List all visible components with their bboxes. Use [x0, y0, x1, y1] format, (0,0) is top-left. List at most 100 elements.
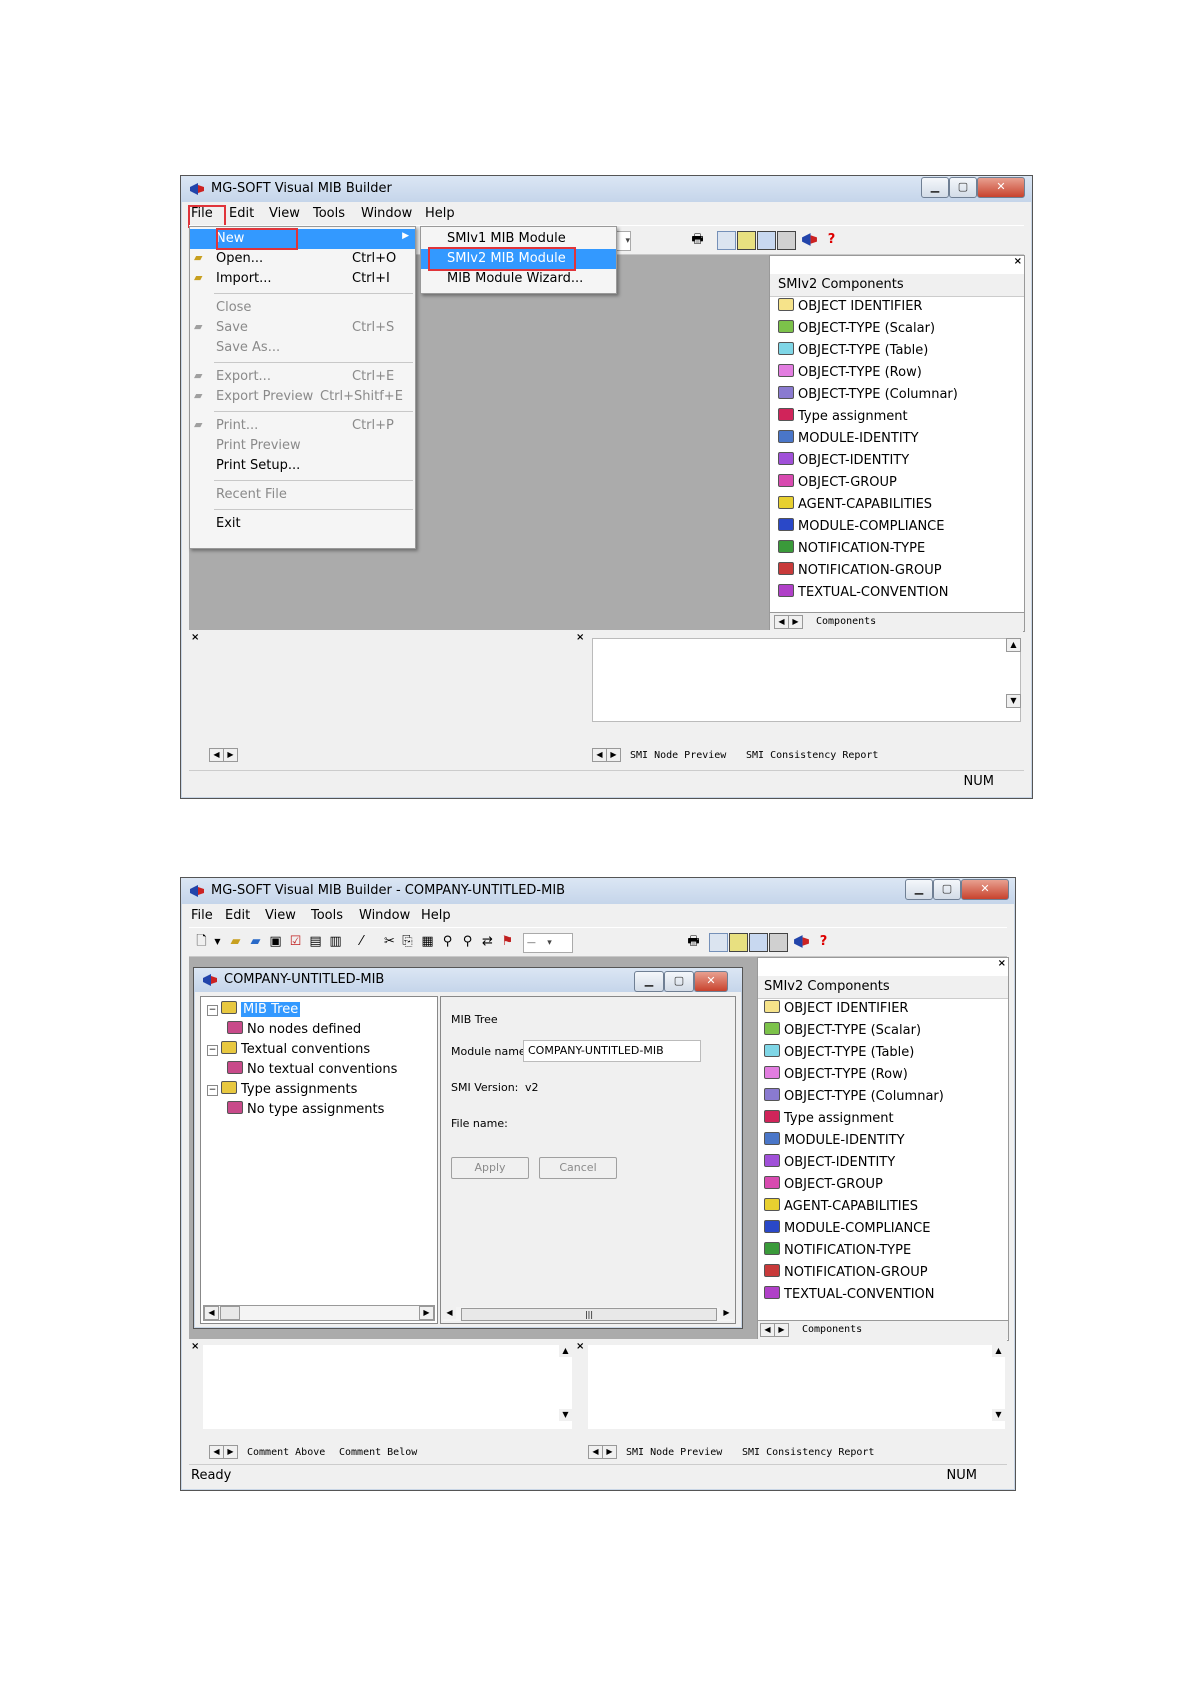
maximize-button[interactable]: ▢	[933, 879, 961, 900]
scroll-thumb[interactable]	[220, 1306, 240, 1320]
component-item[interactable]: OBJECT-TYPE (Table)	[778, 342, 928, 362]
node-view-icon[interactable]	[757, 231, 776, 250]
menu-window[interactable]: Window	[361, 206, 412, 221]
file-menu-item[interactable]: ▰ Open... Ctrl+O	[190, 249, 415, 269]
check-icon[interactable]: ☑	[287, 933, 304, 950]
apply-button[interactable]: Apply	[451, 1157, 529, 1179]
about-icon[interactable]	[801, 231, 818, 248]
component-item[interactable]: MODULE-COMPLIANCE	[764, 1220, 930, 1240]
file-menu-item[interactable]: Print Setup...	[190, 456, 415, 476]
about-icon[interactable]	[793, 933, 810, 950]
tree-node[interactable]: No textual conventions	[227, 1061, 397, 1079]
copy-icon[interactable]: ⎘	[399, 933, 416, 950]
module-name-field[interactable]: COMPANY-UNTITLED-MIB	[523, 1040, 701, 1062]
bookmark-icon[interactable]: ⚑	[499, 933, 516, 950]
minimize-button[interactable]: ▁	[905, 879, 933, 900]
menu-help[interactable]: Help	[421, 908, 451, 923]
preview-icon[interactable]: ▥	[327, 933, 344, 950]
submenu-wizard[interactable]: MIB Module Wizard...	[421, 269, 616, 289]
panel-close-icon[interactable]: ×	[998, 958, 1006, 969]
component-item[interactable]: OBJECT-IDENTITY	[764, 1154, 895, 1174]
menu-window[interactable]: Window	[359, 908, 410, 923]
save-icon[interactable]: ▣	[267, 933, 284, 950]
vscroll-up-icon[interactable]: ▲	[559, 1345, 572, 1357]
submenu-smiv1[interactable]: SMIv1 MIB Module	[421, 229, 616, 249]
pane-close-icon[interactable]: ×	[576, 1341, 584, 1352]
file-menu-item[interactable]: Exit	[190, 514, 415, 534]
panel-close-icon[interactable]: ×	[1014, 256, 1022, 267]
report-view-icon[interactable]	[769, 933, 788, 952]
cut-icon[interactable]: ✂	[381, 933, 398, 950]
tree-node[interactable]: − MIB Tree	[207, 1001, 301, 1019]
wizard-icon[interactable]: ⁄	[353, 933, 370, 950]
file-menu-item[interactable]: Recent File	[190, 485, 415, 505]
child-minimize-button[interactable]: ▁	[634, 971, 664, 992]
scroll-left-icon[interactable]: ◀	[588, 1445, 603, 1459]
toolbar-combo[interactable]: — ▾	[523, 933, 573, 953]
find-icon[interactable]: ⚲	[439, 933, 456, 950]
menu-tools[interactable]: Tools	[311, 908, 343, 923]
component-item[interactable]: OBJECT-TYPE (Table)	[764, 1044, 914, 1064]
component-item[interactable]: AGENT-CAPABILITIES	[764, 1198, 918, 1218]
tree-node[interactable]: − Type assignments	[207, 1081, 357, 1099]
tree-view-icon[interactable]	[737, 231, 756, 250]
component-item[interactable]: MODULE-IDENTITY	[778, 430, 919, 450]
scroll-left-icon[interactable]: ◀	[204, 1306, 219, 1320]
tab-scroll-left-icon[interactable]: ◀	[760, 1323, 775, 1337]
minimize-button[interactable]: ▁	[921, 177, 949, 198]
pane-close-icon[interactable]: ×	[576, 632, 584, 643]
component-item[interactable]: NOTIFICATION-GROUP	[764, 1264, 928, 1284]
scroll-right-icon[interactable]: ▶	[419, 1306, 434, 1320]
file-menu-item[interactable]: ▰ Export... Ctrl+E	[190, 367, 415, 387]
component-item[interactable]: OBJECT-TYPE (Row)	[778, 364, 922, 384]
file-menu-item[interactable]: Close	[190, 298, 415, 318]
tab-smi-node-preview[interactable]: SMI Node Preview	[630, 750, 726, 761]
tree-hscroll[interactable]: ◀ ▶	[203, 1305, 435, 1321]
scroll-right-icon[interactable]: ▶	[720, 1307, 733, 1319]
component-item[interactable]: OBJECT-GROUP	[778, 474, 897, 494]
menu-view[interactable]: View	[269, 206, 300, 221]
component-item[interactable]: NOTIFICATION-TYPE	[778, 540, 925, 560]
pane-close-icon[interactable]: ×	[191, 632, 199, 643]
vscroll-up-icon[interactable]: ▲	[1006, 638, 1021, 652]
file-menu-item[interactable]: Print Preview	[190, 436, 415, 456]
file-menu-item[interactable]: ▰ Print... Ctrl+P	[190, 416, 415, 436]
tab-smi-consistency-report[interactable]: SMI Consistency Report	[742, 1447, 874, 1458]
properties-icon[interactable]	[717, 231, 736, 250]
detail-hscroll[interactable]: ◀ ||| ▶	[443, 1307, 733, 1321]
component-item[interactable]: OBJECT-TYPE (Scalar)	[764, 1022, 921, 1042]
file-menu-item[interactable]: Save As...	[190, 338, 415, 358]
properties-icon[interactable]	[709, 933, 728, 952]
component-item[interactable]: MODULE-IDENTITY	[764, 1132, 905, 1152]
collapse-icon[interactable]: −	[207, 1045, 218, 1056]
component-item[interactable]: MODULE-COMPLIANCE	[778, 518, 944, 538]
scroll-left-icon[interactable]: ◀	[209, 1445, 224, 1459]
component-item[interactable]: OBJECT-IDENTITY	[778, 452, 909, 472]
component-item[interactable]: Type assignment	[764, 1110, 894, 1130]
paste-icon[interactable]: ▦	[419, 933, 436, 950]
component-item[interactable]: OBJECT-GROUP	[764, 1176, 883, 1196]
close-button[interactable]: ✕	[961, 879, 1009, 900]
dropdown-arrow-icon[interactable]: ▼	[209, 933, 226, 950]
printer-icon[interactable]: 🖶	[685, 933, 702, 950]
tab-components[interactable]: Components	[802, 1324, 862, 1335]
tab-comment-below[interactable]: Comment Below	[339, 1447, 417, 1458]
file-menu-item[interactable]: ▰ Export Preview Ctrl+Shitf+E	[190, 387, 415, 407]
scroll-thumb[interactable]: |||	[461, 1308, 717, 1321]
menu-edit[interactable]: Edit	[225, 908, 250, 923]
vscroll-down-icon[interactable]: ▼	[1006, 694, 1021, 708]
menu-help[interactable]: Help	[425, 206, 455, 221]
scroll-right-icon[interactable]: ▶	[223, 748, 238, 762]
help-icon[interactable]: ?	[823, 231, 840, 248]
replace-icon[interactable]: ⇄	[479, 933, 496, 950]
import-icon[interactable]: ▰	[247, 933, 264, 950]
component-item[interactable]: NOTIFICATION-GROUP	[778, 562, 942, 582]
pane-close-icon[interactable]: ×	[191, 1341, 199, 1352]
tree-view-icon[interactable]	[729, 933, 748, 952]
scroll-left-icon[interactable]: ◀	[592, 748, 607, 762]
menu-edit[interactable]: Edit	[229, 206, 254, 221]
tree-node[interactable]: No type assignments	[227, 1101, 384, 1119]
tab-components[interactable]: Components	[816, 616, 876, 627]
child-maximize-button[interactable]: ▢	[664, 971, 694, 992]
tab-smi-consistency-report[interactable]: SMI Consistency Report	[746, 750, 878, 761]
